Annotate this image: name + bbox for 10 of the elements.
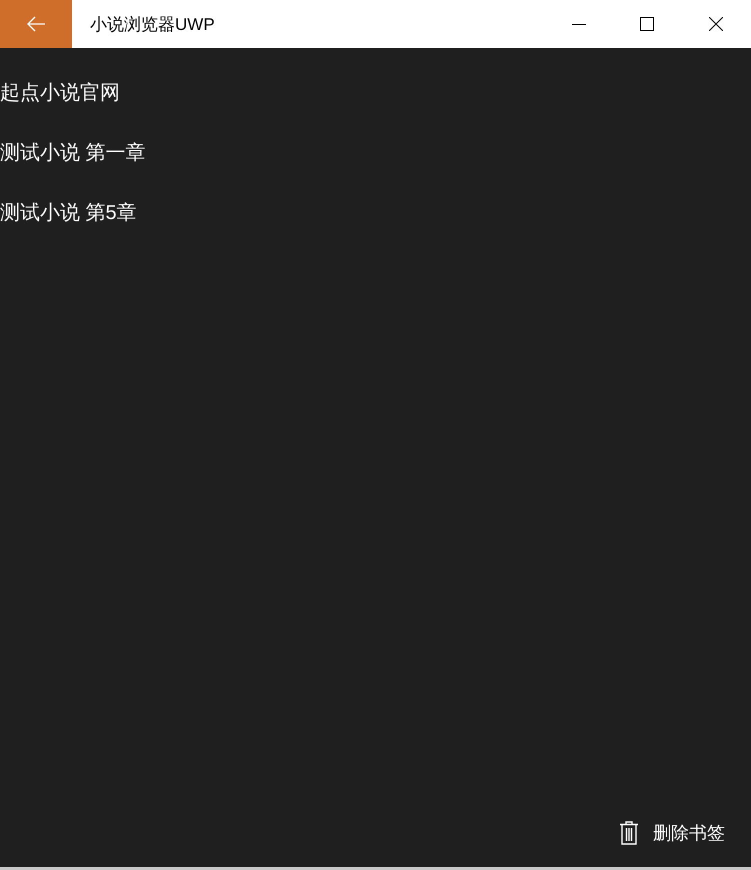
delete-bookmark-button[interactable]: 删除书签 <box>619 821 725 845</box>
bookmark-item[interactable]: 起点小说官网 <box>0 78 751 138</box>
trash-icon <box>619 821 639 845</box>
window-title: 小说浏览器UWP <box>90 14 215 36</box>
maximize-icon <box>640 17 654 31</box>
bookmark-item[interactable]: 测试小说 第一章 <box>0 138 751 198</box>
back-arrow-icon <box>26 16 46 32</box>
close-icon <box>709 17 723 31</box>
back-button[interactable] <box>0 0 72 48</box>
bookmark-item[interactable]: 测试小说 第5章 <box>0 198 751 258</box>
